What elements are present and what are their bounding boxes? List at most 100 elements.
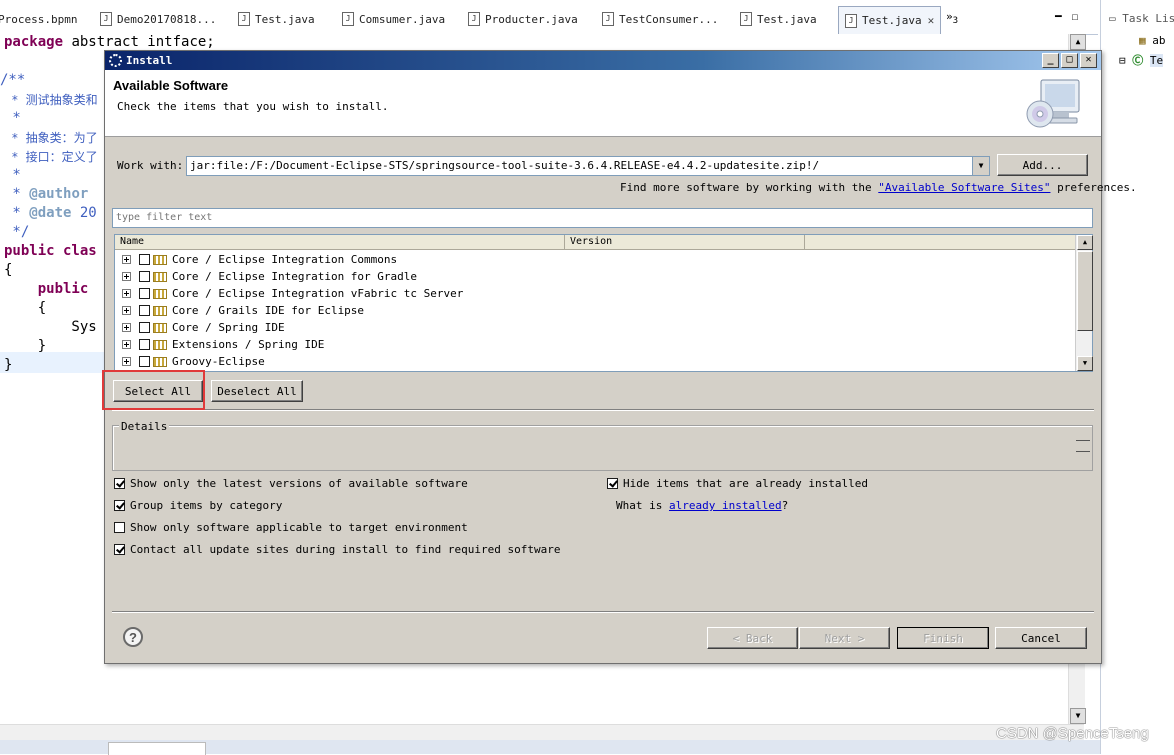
- expand-icon[interactable]: [122, 272, 131, 281]
- item-checkbox[interactable]: [139, 271, 150, 282]
- expand-icon[interactable]: [122, 340, 131, 349]
- install-dialog: Install _ □ ✕ Available Software Check t…: [104, 50, 1137, 664]
- tree-row[interactable]: Core / Eclipse Integration for Gradle: [115, 268, 1076, 285]
- gear-icon: [109, 54, 122, 67]
- tree-scrollbar[interactable]: ▲ ▼: [1075, 235, 1093, 371]
- editor-tab[interactable]: J TestConsumer...: [602, 8, 718, 30]
- keyword: public: [37, 281, 89, 297]
- editor-tab-active[interactable]: J Test.java ✕: [838, 6, 942, 34]
- checkbox[interactable]: [114, 522, 125, 533]
- filter-input[interactable]: [113, 209, 1092, 225]
- work-with-combo[interactable]: jar:file:/F:/Document-Eclipse-STS/spring…: [186, 156, 990, 176]
- option-group-by-category[interactable]: Group items by category: [114, 499, 282, 512]
- scroll-up-icon[interactable]: ▲: [1077, 235, 1093, 250]
- code-text: *: [4, 186, 30, 202]
- dialog-titlebar[interactable]: Install _ □ ✕: [105, 51, 1101, 70]
- tree-row[interactable]: Extensions / Spring IDE: [115, 336, 1076, 353]
- expand-icon[interactable]: [122, 323, 131, 332]
- expand-icon[interactable]: [122, 357, 131, 366]
- close-icon[interactable]: ✕: [1080, 53, 1097, 68]
- bottom-panel-tabs: [0, 740, 1100, 755]
- option-latest-versions[interactable]: Show only the latest versions of availab…: [114, 477, 468, 490]
- divider: [112, 611, 1094, 613]
- item-checkbox[interactable]: [139, 356, 150, 367]
- tree-row[interactable]: Core / Eclipse Integration vFabric tc Se…: [115, 285, 1076, 302]
- checkbox[interactable]: [114, 478, 125, 489]
- outline-item[interactable]: ▦ ab: [1139, 34, 1166, 47]
- minimize-icon[interactable]: ━: [1055, 10, 1072, 23]
- option-target-environment[interactable]: Show only software applicable to target …: [114, 521, 468, 534]
- option-label: Show only software applicable to target …: [130, 521, 468, 534]
- code-line: {: [4, 300, 47, 316]
- maximize-icon[interactable]: ☐: [1072, 10, 1089, 23]
- bottom-tab[interactable]: [108, 742, 206, 755]
- software-tree[interactable]: Name Version Core / Eclipse Integration …: [114, 234, 1093, 372]
- item-label: Core / Spring IDE: [172, 321, 285, 334]
- minimize-icon[interactable]: _: [1042, 53, 1059, 68]
- button-label: < Back: [732, 631, 773, 645]
- tab-overflow-button[interactable]: »3: [946, 10, 958, 26]
- available-software-sites-link[interactable]: "Available Software Sites": [878, 181, 1050, 194]
- editor-tab[interactable]: J Demo20170818...: [100, 8, 216, 30]
- expand-icon[interactable]: [122, 306, 131, 315]
- already-installed-link[interactable]: already installed: [669, 499, 782, 512]
- editor-horizontal-scrollbar[interactable]: [0, 724, 1084, 741]
- class-icon: Ⓒ: [1132, 54, 1150, 67]
- expand-icon[interactable]: [122, 255, 131, 264]
- scroll-down-icon[interactable]: ▼: [1077, 356, 1093, 371]
- chevron-down-icon[interactable]: ▼: [972, 157, 989, 175]
- back-button[interactable]: < Back: [707, 627, 798, 649]
- outline-item[interactable]: ⊟ Ⓒ Te: [1119, 52, 1164, 68]
- column-header-version[interactable]: Version: [565, 235, 805, 249]
- scroll-down-icon[interactable]: ▼: [1070, 708, 1086, 724]
- collapse-icon[interactable]: ⊟: [1119, 54, 1132, 67]
- what-is-prefix: What is: [616, 499, 669, 512]
- scroll-up-icon[interactable]: ▲: [1070, 34, 1086, 50]
- keyword: package: [4, 34, 64, 50]
- category-icon: [153, 322, 167, 333]
- expand-icon[interactable]: [122, 289, 131, 298]
- tree-row[interactable]: Core / Spring IDE: [115, 319, 1076, 336]
- editor-tab[interactable]: J Producter.java: [468, 8, 578, 30]
- column-header-name[interactable]: Name: [115, 235, 565, 249]
- tab-overflow-count: 3: [952, 15, 959, 27]
- item-checkbox[interactable]: [139, 339, 150, 350]
- java-file-icon: J: [468, 12, 480, 26]
- java-file-icon: J: [740, 12, 752, 26]
- maximize-icon[interactable]: □: [1061, 53, 1078, 68]
- task-list-panel: ▭ Task Lis ▦ ab ⊟ Ⓒ Te: [1100, 0, 1174, 754]
- button-label: Add...: [1022, 158, 1063, 172]
- tree-row[interactable]: Groovy-Eclipse: [115, 353, 1076, 370]
- editor-tab[interactable]: J Test.java: [238, 8, 315, 30]
- editor-tab[interactable]: Process.bpmn: [0, 8, 77, 30]
- finish-button[interactable]: Finish: [897, 627, 989, 649]
- option-label: Show only the latest versions of availab…: [130, 477, 468, 490]
- item-checkbox[interactable]: [139, 254, 150, 265]
- next-button[interactable]: Next >: [799, 627, 890, 649]
- task-list-icon: ▭: [1109, 12, 1123, 25]
- item-checkbox[interactable]: [139, 322, 150, 333]
- tree-row[interactable]: Core / Eclipse Integration Commons: [115, 251, 1076, 268]
- checkbox[interactable]: [607, 478, 618, 489]
- resize-grip-icon[interactable]: [1076, 440, 1090, 452]
- add-button[interactable]: Add...: [997, 154, 1088, 176]
- editor-tab[interactable]: J Test.java: [740, 8, 817, 30]
- scrollbar-thumb[interactable]: [1077, 251, 1093, 331]
- option-contact-update-sites[interactable]: Contact all update sites during install …: [114, 543, 560, 556]
- checkbox[interactable]: [114, 544, 125, 555]
- item-checkbox[interactable]: [139, 305, 150, 316]
- item-checkbox[interactable]: [139, 288, 150, 299]
- option-hide-installed[interactable]: Hide items that are already installed: [607, 477, 868, 490]
- cancel-button[interactable]: Cancel: [995, 627, 1087, 649]
- filter-field[interactable]: [112, 208, 1093, 228]
- deselect-all-button[interactable]: Deselect All: [211, 380, 303, 402]
- editor-tab[interactable]: J Comsumer.java: [342, 8, 445, 30]
- checkbox[interactable]: [114, 500, 125, 511]
- help-icon[interactable]: ?: [123, 627, 143, 647]
- close-icon[interactable]: ✕: [928, 14, 935, 27]
- tab-label: Process.bpmn: [0, 12, 78, 26]
- panel-title-text: Task Lis: [1122, 12, 1174, 25]
- tree-row[interactable]: Core / Grails IDE for Eclipse: [115, 302, 1076, 319]
- tab-label: Producter.java: [485, 12, 578, 26]
